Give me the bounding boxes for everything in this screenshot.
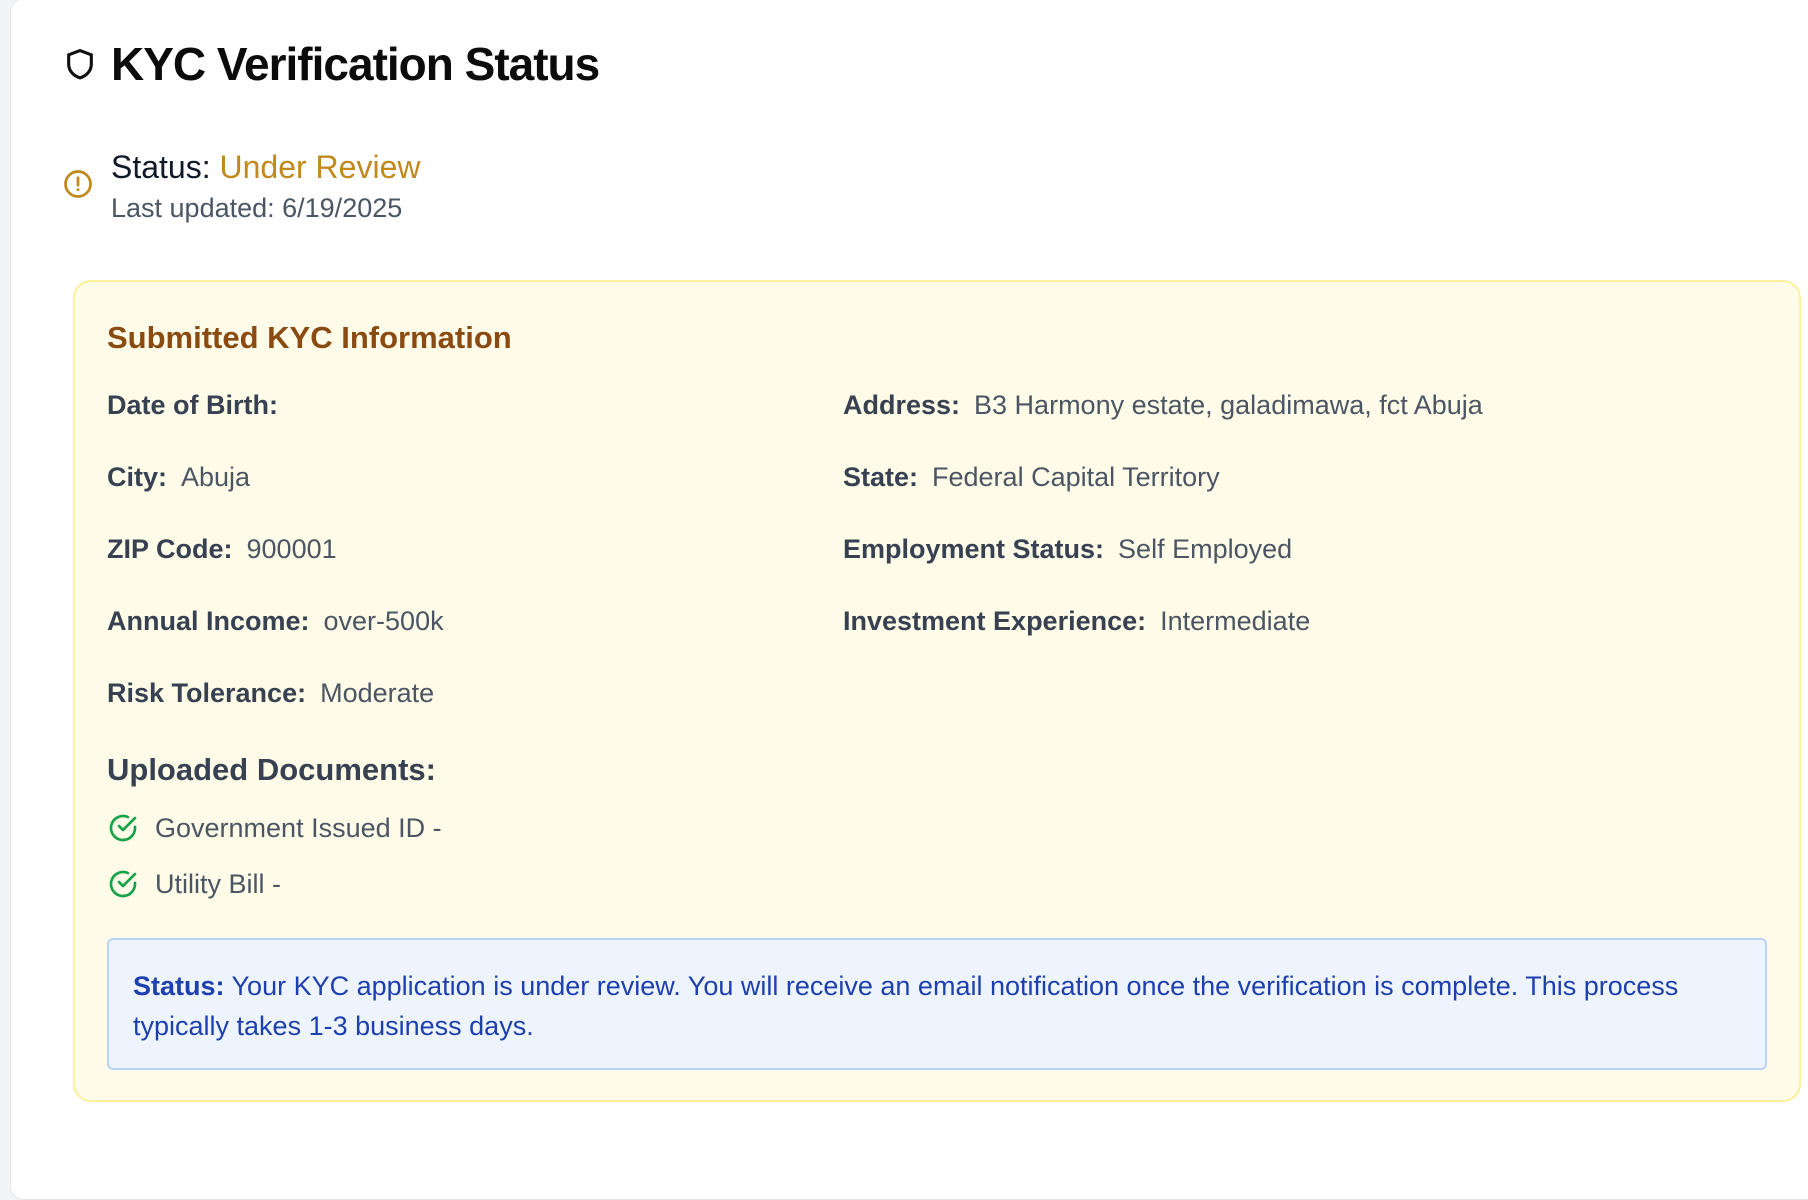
kyc-status-card: KYC Verification Status Status: Under Re… <box>10 0 1808 1200</box>
notice-label: Status: <box>133 971 225 1001</box>
field-date-of-birth: Date of Birth: <box>107 390 292 421</box>
check-circle-icon <box>107 868 139 900</box>
field-annual-income: Annual Income: over-500k <box>107 606 444 637</box>
field-value: Federal Capital Territory <box>932 462 1220 492</box>
document-item-utility-bill: Utility Bill - <box>107 868 281 900</box>
document-label: Government Issued ID - <box>155 812 442 843</box>
field-label: Employment Status: <box>843 534 1105 564</box>
review-notice: Status: Your KYC application is under re… <box>107 938 1767 1070</box>
field-label: State: <box>843 462 919 492</box>
uploaded-documents-title: Uploaded Documents: <box>107 752 436 787</box>
page-title: KYC Verification Status <box>111 38 600 90</box>
shield-icon <box>63 45 97 83</box>
field-value: Intermediate <box>1160 606 1311 636</box>
status-text-block: Status: Under Review Last updated: 6/19/… <box>111 147 420 224</box>
notice-text: Your KYC application is under review. Yo… <box>133 971 1679 1041</box>
status-line: Status: Under Review <box>111 147 420 187</box>
field-state: State: Federal Capital Territory <box>843 462 1220 493</box>
field-risk-tolerance: Risk Tolerance: Moderate <box>107 678 434 709</box>
field-label: ZIP Code: <box>107 534 233 564</box>
field-value: over-500k <box>323 606 444 636</box>
field-zip-code: ZIP Code: 900001 <box>107 534 337 565</box>
field-label: Date of Birth: <box>107 390 278 420</box>
last-updated: Last updated: 6/19/2025 <box>111 193 403 223</box>
page-header: KYC Verification Status <box>63 37 600 91</box>
alert-circle-icon <box>63 169 93 204</box>
field-investment-experience: Investment Experience: Intermediate <box>843 606 1310 637</box>
field-value: Self Employed <box>1118 534 1293 564</box>
field-employment-status: Employment Status: Self Employed <box>843 534 1292 565</box>
section-title: Submitted KYC Information <box>107 320 512 355</box>
verification-status: Status: Under Review Last updated: 6/19/… <box>63 147 420 224</box>
status-label: Status: <box>111 149 211 185</box>
field-value: Abuja <box>181 462 251 492</box>
document-item-government-id: Government Issued ID - <box>107 812 442 844</box>
document-label: Utility Bill - <box>155 868 281 899</box>
field-city: City: Abuja <box>107 462 250 493</box>
field-value: 900001 <box>246 534 337 564</box>
check-circle-icon <box>107 812 139 844</box>
submitted-kyc-panel: Submitted KYC Information Date of Birth:… <box>73 280 1801 1102</box>
field-value: Moderate <box>320 678 435 708</box>
field-label: Address: <box>843 390 961 420</box>
status-badge: Under Review <box>219 149 421 185</box>
field-label: City: <box>107 462 167 492</box>
field-value: B3 Harmony estate, galadimawa, fct Abuja <box>974 390 1483 420</box>
field-label: Annual Income: <box>107 606 310 636</box>
field-address: Address: B3 Harmony estate, galadimawa, f… <box>843 390 1483 421</box>
field-label: Investment Experience: <box>843 606 1147 636</box>
field-label: Risk Tolerance: <box>107 678 307 708</box>
